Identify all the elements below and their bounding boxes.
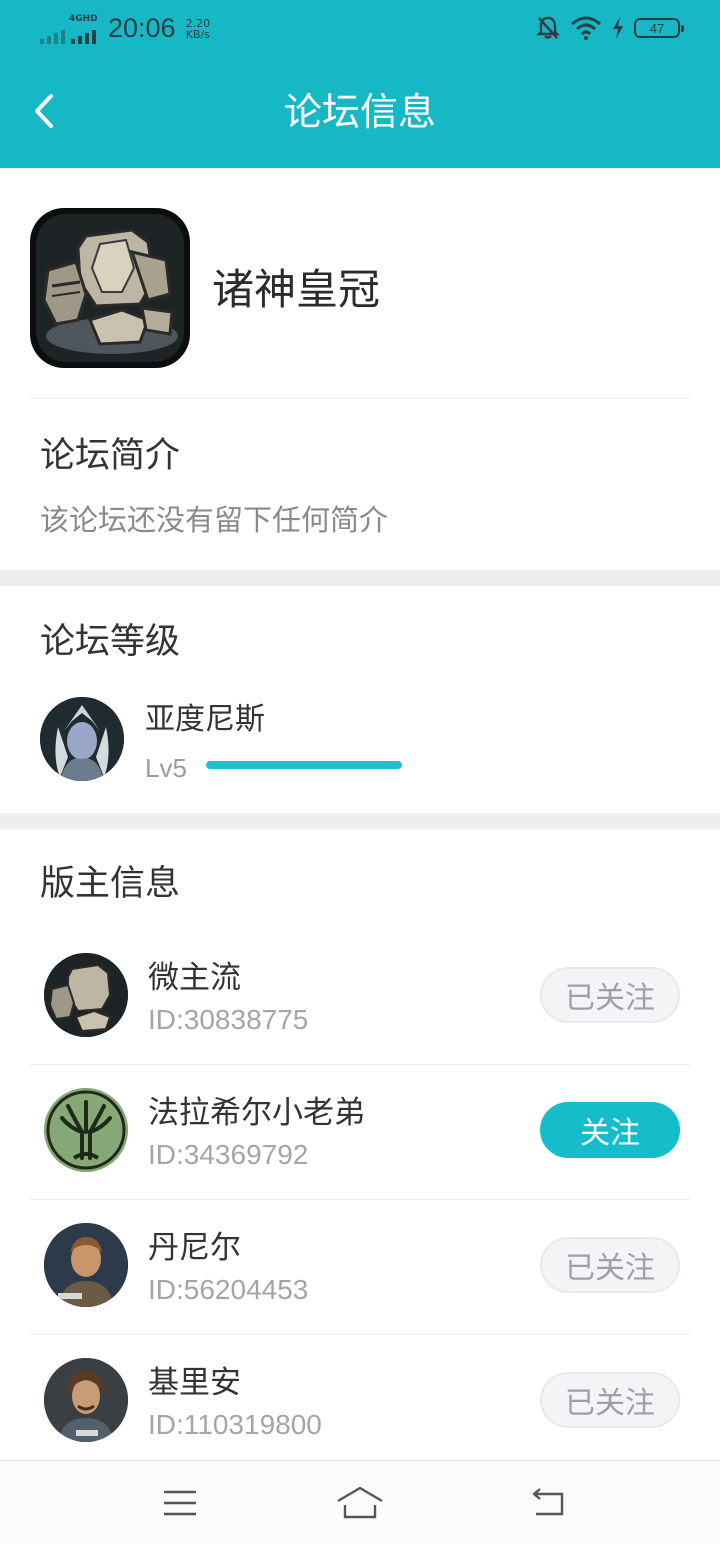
status-right: 47 (536, 14, 684, 42)
moderator-avatar[interactable] (44, 1358, 128, 1442)
signal-icon-sim1 (40, 24, 65, 44)
app-header: 论坛信息 (0, 56, 720, 168)
battery-level: 47 (649, 20, 665, 36)
divider (30, 398, 690, 399)
avatar-image (40, 697, 124, 781)
moderators-section-title: 版主信息 (40, 864, 181, 904)
section-separator (0, 813, 720, 829)
top-bar: 4GHD 20:06 2.20 KB/s 47 论坛信息 (0, 0, 720, 168)
followed-button[interactable]: 已关注 (540, 967, 680, 1023)
moderator-name: 基里安 (148, 1365, 241, 1401)
forum-header: 诸神皇冠 (30, 208, 690, 368)
charging-icon (613, 17, 623, 39)
forum-name: 诸神皇冠 (212, 265, 381, 314)
moderator-id: ID:56204453 (148, 1274, 309, 1305)
moderator-name: 法拉希尔小老弟 (148, 1095, 365, 1131)
nav-menu-button[interactable] (150, 1475, 210, 1531)
followed-button[interactable]: 已关注 (540, 1237, 680, 1293)
signal-icon-sim2: 4GHD (69, 14, 98, 44)
level-progress-bar (206, 761, 402, 769)
armor-icon (36, 214, 184, 362)
bell-muted-icon (536, 16, 560, 39)
network-speed: 2.20 KB/s (186, 18, 211, 44)
moderator-row: 基里安 ID:110319800 已关注 (30, 1335, 690, 1470)
level-avatar (40, 697, 124, 781)
status-bar: 4GHD 20:06 2.20 KB/s 47 (0, 0, 720, 56)
nav-home-button[interactable] (330, 1475, 390, 1531)
nav-back-button[interactable] (518, 1475, 578, 1531)
intro-section-title: 论坛简介 (40, 436, 181, 476)
moderator-row: 法拉希尔小老弟 ID:34369792 关注 (30, 1065, 690, 1200)
section-separator (0, 570, 720, 586)
moderator-id: ID:110319800 (148, 1409, 322, 1440)
intro-text: 该论坛还没有留下任何简介 (40, 503, 389, 537)
avatar-image (44, 953, 128, 1037)
menu-icon (164, 1490, 196, 1516)
moderator-row: 微主流 ID:30838775 已关注 (30, 930, 690, 1065)
level-user-name: 亚度尼斯 (145, 702, 265, 737)
forum-icon (30, 208, 190, 368)
level-label: Lv5 (145, 753, 187, 783)
status-clock: 20:06 (108, 13, 176, 43)
level-progress-fill (206, 761, 402, 769)
speed-unit: KB/s (185, 28, 210, 41)
home-icon (337, 1486, 383, 1519)
follow-button[interactable]: 关注 (540, 1102, 680, 1158)
avatar-image (44, 1088, 128, 1172)
moderator-name: 丹尼尔 (148, 1230, 241, 1266)
network-type-label: 4GHD (69, 14, 98, 24)
moderator-avatar[interactable] (44, 953, 128, 1037)
avatar-image (44, 1223, 128, 1307)
moderator-id: ID:30838775 (148, 1004, 309, 1035)
wifi-icon (571, 16, 601, 40)
avatar-image (44, 1358, 128, 1442)
level-section-title: 论坛等级 (40, 622, 181, 662)
page-title: 论坛信息 (283, 90, 436, 134)
battery-icon: 47 (634, 18, 684, 38)
moderator-avatar[interactable] (44, 1223, 128, 1307)
status-left: 4GHD 20:06 2.20 KB/s (40, 12, 210, 44)
back-icon (532, 1488, 564, 1516)
moderator-id: ID:34369792 (148, 1139, 309, 1170)
followed-button[interactable]: 已关注 (540, 1372, 680, 1428)
moderator-avatar[interactable] (44, 1088, 128, 1172)
system-nav-bar (0, 1460, 720, 1544)
moderator-name: 微主流 (148, 960, 241, 996)
moderator-row: 丹尼尔 ID:56204453 已关注 (30, 1200, 690, 1335)
